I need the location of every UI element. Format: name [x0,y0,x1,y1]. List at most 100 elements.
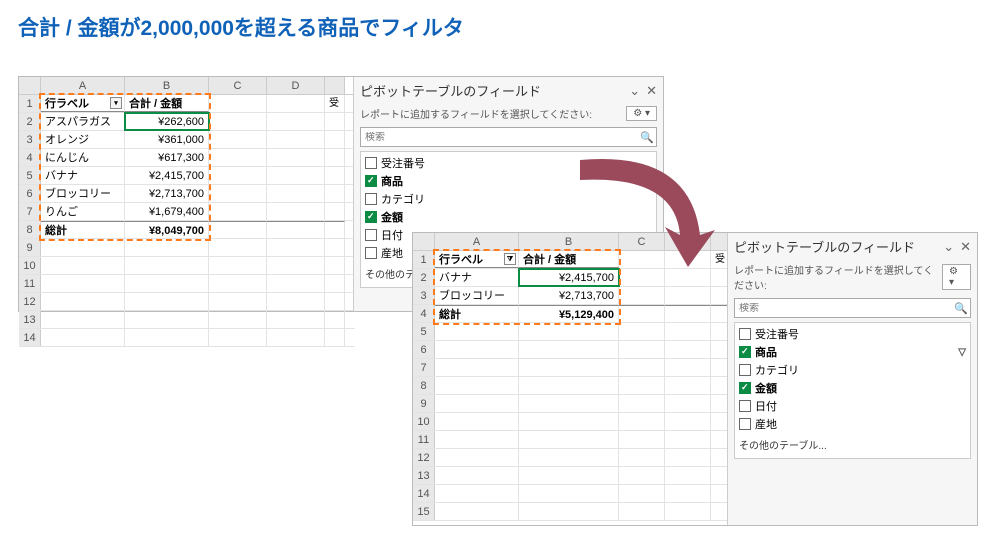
cell[interactable] [435,395,519,412]
table-row[interactable]: 9 [413,395,729,413]
row-header[interactable]: 14 [19,329,41,346]
col-header-d[interactable]: D [267,77,325,94]
cell[interactable] [619,395,665,412]
col-header-a[interactable]: A [41,77,125,94]
row-header[interactable]: 5 [19,167,41,184]
row-header[interactable]: 2 [19,113,41,130]
search-icon[interactable]: 🔍 [952,302,970,315]
cell[interactable] [125,257,209,274]
worksheet-right[interactable]: A B C D 1行ラベル⧩合計 / 金額受2バナナ¥2,415,7003ブロッ… [413,233,729,525]
row-header[interactable]: 11 [19,275,41,292]
cell[interactable] [267,221,325,238]
field-search-input[interactable] [735,303,952,314]
cell[interactable] [209,329,267,346]
pivot-row-label-header[interactable]: 行ラベル▾ [41,95,125,112]
cell[interactable] [435,431,519,448]
cell[interactable] [619,449,665,466]
cell[interactable] [435,449,519,466]
col-header-a[interactable]: A [435,233,519,250]
table-row[interactable]: 11 [413,431,729,449]
cell[interactable]: ¥5,129,400 [519,305,619,322]
cell[interactable] [665,359,711,376]
cell[interactable] [209,113,267,130]
other-tables-link[interactable]: その他のテーブル... [737,433,968,456]
row-header[interactable]: 13 [19,311,41,328]
cell[interactable] [267,149,325,166]
cell[interactable] [519,413,619,430]
cell[interactable] [519,395,619,412]
table-row[interactable]: 7りんご¥1,679,400 [19,203,355,221]
cell[interactable] [665,431,711,448]
field-search[interactable]: 🔍 [734,298,971,318]
col-header-b[interactable]: B [125,77,209,94]
table-row[interactable]: 2アスパラガス¥262,600 [19,113,355,131]
cell[interactable]: ¥8,049,700 [125,221,209,238]
row-header[interactable]: 9 [19,239,41,256]
cell[interactable]: アスパラガス [41,113,125,130]
checkbox[interactable] [365,193,377,205]
cell[interactable] [209,275,267,292]
cell[interactable] [267,311,325,328]
field-search-input[interactable] [361,132,638,143]
filter-active-icon[interactable]: ⧩ [504,253,516,265]
checkbox[interactable] [365,229,377,241]
cell[interactable] [325,221,345,238]
cell[interactable] [209,131,267,148]
cell[interactable] [325,311,345,328]
row-header[interactable]: 4 [413,305,435,322]
cell[interactable] [125,275,209,292]
checkbox[interactable] [739,346,751,358]
cell[interactable] [435,467,519,484]
cell[interactable] [41,311,125,328]
table-row[interactable]: 4にんじん¥617,300 [19,149,355,167]
table-row[interactable]: 7 [413,359,729,377]
cell[interactable] [267,257,325,274]
checkbox[interactable] [739,400,751,412]
chevron-down-icon[interactable]: ⌄ [943,239,954,255]
cell[interactable] [325,185,345,202]
cell[interactable] [125,329,209,346]
row-header[interactable]: 8 [19,221,41,238]
cell[interactable] [665,449,711,466]
table-row[interactable]: 10 [19,257,355,275]
table-row[interactable]: 8総計¥8,049,700 [19,221,355,239]
cell[interactable]: ¥361,000 [125,131,209,148]
cell[interactable] [325,149,345,166]
table-row[interactable]: 8 [413,377,729,395]
cell[interactable] [435,377,519,394]
table-row[interactable]: 5 [413,323,729,341]
cell[interactable] [125,239,209,256]
cell[interactable] [619,341,665,358]
table-row[interactable]: 9 [19,239,355,257]
cell[interactable] [619,467,665,484]
cell[interactable] [267,239,325,256]
cell[interactable] [619,305,665,322]
cell[interactable]: バナナ [435,269,519,286]
cell[interactable]: ブロッコリー [435,287,519,304]
cell[interactable] [665,467,711,484]
cell[interactable] [519,431,619,448]
cell[interactable] [519,467,619,484]
cell[interactable]: ¥2,713,700 [125,185,209,202]
gear-icon[interactable]: ⚙ ▾ [626,106,657,121]
cell[interactable] [519,485,619,502]
table-row[interactable]: 5バナナ¥2,415,700 [19,167,355,185]
cell[interactable] [435,341,519,358]
cell[interactable]: ¥262,600 [125,113,209,130]
cell[interactable] [619,377,665,394]
cell[interactable]: ¥617,300 [125,149,209,166]
cell[interactable]: にんじん [41,149,125,166]
cell[interactable] [267,293,325,310]
row-header[interactable]: 8 [413,377,435,394]
cell[interactable] [41,293,125,310]
field-search[interactable]: 🔍 [360,127,657,147]
filter-dropdown-icon[interactable]: ▾ [110,97,122,109]
cell[interactable] [325,167,345,184]
table-row[interactable]: 12 [19,293,355,311]
field-item[interactable]: 産地 [737,415,968,433]
checkbox[interactable] [365,157,377,169]
cell[interactable] [209,167,267,184]
cell[interactable] [435,323,519,340]
cell[interactable] [519,503,619,520]
checkbox[interactable] [365,247,377,259]
